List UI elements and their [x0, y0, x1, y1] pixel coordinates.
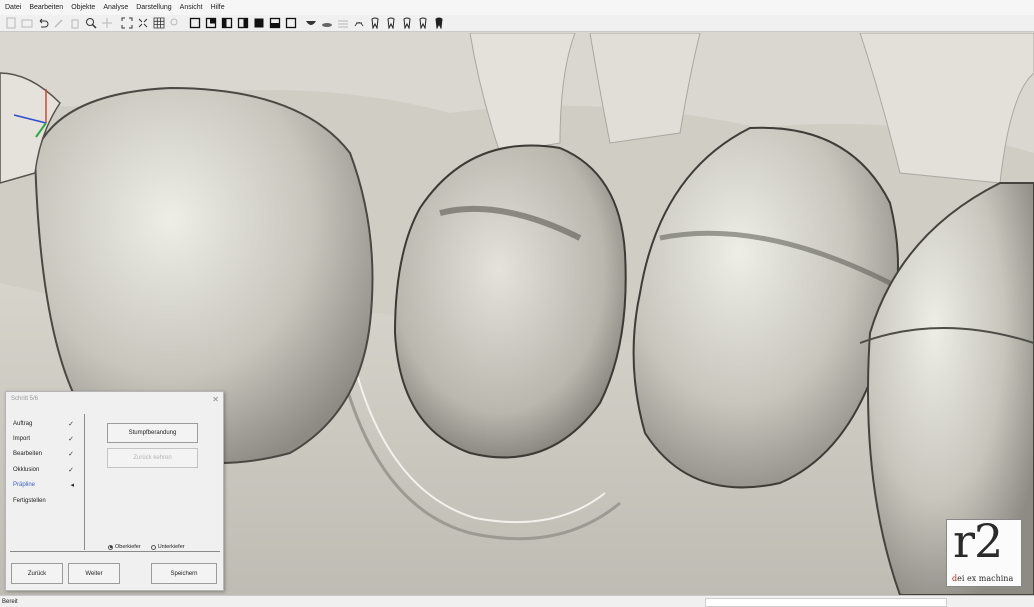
current-step-arrow-icon: ◂: [70, 482, 74, 490]
logo-tagline: dei ex machina: [952, 574, 1014, 583]
grid-icon[interactable]: [152, 16, 166, 30]
menu-bearbeiten[interactable]: Bearbeiten: [24, 4, 66, 11]
layers-icon[interactable]: [336, 16, 350, 30]
view-bottom-icon[interactable]: [268, 16, 282, 30]
plate-icon[interactable]: [320, 16, 334, 30]
close-icon[interactable]: ✕: [212, 395, 219, 404]
toolbar: [0, 15, 1034, 32]
fit-view-icon[interactable]: [120, 16, 134, 30]
wizard-dialog: Schritt 5/6 ✕ Auftrag ✓ Import ✓ Bearbeite…: [5, 391, 224, 591]
menu-objekte[interactable]: Objekte: [66, 4, 98, 11]
status-bar: Bereit: [0, 595, 1034, 607]
check-icon: ✓: [68, 420, 74, 428]
view-top-icon[interactable]: [252, 16, 266, 30]
view-front-icon[interactable]: [188, 16, 202, 30]
zoom-icon[interactable]: [84, 16, 98, 30]
wizard-title: Schritt 5/6: [11, 396, 39, 402]
logo-mark: r2: [953, 514, 1003, 568]
status-text: Bereit: [2, 598, 18, 605]
tooth-icon[interactable]: [384, 16, 398, 30]
wizard-footer-divider: [10, 551, 220, 552]
back-button[interactable]: Zurück: [11, 563, 63, 584]
check-icon: ✓: [68, 451, 74, 459]
menu-bar: Datei Bearbeiten Objekte Analyse Darstel…: [0, 0, 1034, 15]
center-icon[interactable]: [136, 16, 150, 30]
disabled-action-button[interactable]: Zurück kehren: [107, 448, 198, 468]
radio-unterkiefer[interactable]: [150, 544, 156, 550]
tooth-icon[interactable]: [416, 16, 430, 30]
wizard-step-bearbeiten[interactable]: Bearbeiten ✓: [10, 447, 78, 462]
orientation-axes-icon: [13, 89, 47, 138]
menu-ansicht[interactable]: Ansicht: [175, 4, 206, 11]
wizard-step-list: Auftrag ✓ Import ✓ Bearbeiten ✓ Okklusion ✓ …: [10, 416, 78, 508]
view-iso-icon[interactable]: [284, 16, 298, 30]
menu-darstellung[interactable]: Darstellung: [131, 4, 174, 11]
menu-analyse[interactable]: Analyse: [98, 4, 131, 11]
view-right-icon[interactable]: [236, 16, 250, 30]
menu-hilfe[interactable]: Hilfe: [206, 4, 228, 11]
r2-logo: r2 dei ex machina: [946, 514, 1022, 587]
tooth-icon[interactable]: [368, 16, 382, 30]
radio-oberkiefer[interactable]: [108, 544, 113, 550]
wizard-step-auftrag[interactable]: Auftrag ✓: [10, 416, 78, 431]
menu-datei[interactable]: Datei: [0, 4, 24, 11]
view-back-icon[interactable]: [204, 16, 218, 30]
check-icon: ✓: [68, 436, 74, 444]
new-icon[interactable]: [4, 16, 18, 30]
edit-icon[interactable]: [52, 16, 66, 30]
tooth-icon[interactable]: [400, 16, 414, 30]
status-field: [705, 598, 947, 607]
next-button[interactable]: Weiter: [68, 563, 120, 584]
mesh-icon[interactable]: [352, 16, 366, 30]
save-button[interactable]: Speichern: [151, 563, 217, 584]
stumpfberandung-button[interactable]: Stumpfberandung: [107, 423, 198, 443]
undo-icon[interactable]: [36, 16, 50, 30]
delete-icon[interactable]: [68, 16, 82, 30]
wizard-step-praepline[interactable]: Präpline ◂: [10, 478, 78, 493]
wizard-step-fertigstellen[interactable]: Fertigstellen: [10, 493, 78, 508]
wizard-titlebar: Schritt 5/6 ✕: [6, 392, 223, 406]
search-icon[interactable]: [168, 16, 182, 30]
check-icon: ✓: [68, 466, 74, 474]
jaw-radio-group: Oberkiefer Unterkiefer: [108, 544, 195, 550]
wizard-step-import[interactable]: Import ✓: [10, 431, 78, 446]
pan-icon[interactable]: [100, 16, 114, 30]
view-left-icon[interactable]: [220, 16, 234, 30]
wizard-step-okklusion[interactable]: Okklusion ✓: [10, 462, 78, 477]
bowl-icon[interactable]: [304, 16, 318, 30]
wizard-divider: [84, 414, 85, 550]
tooth-icon[interactable]: [432, 16, 446, 30]
open-icon[interactable]: [20, 16, 34, 30]
